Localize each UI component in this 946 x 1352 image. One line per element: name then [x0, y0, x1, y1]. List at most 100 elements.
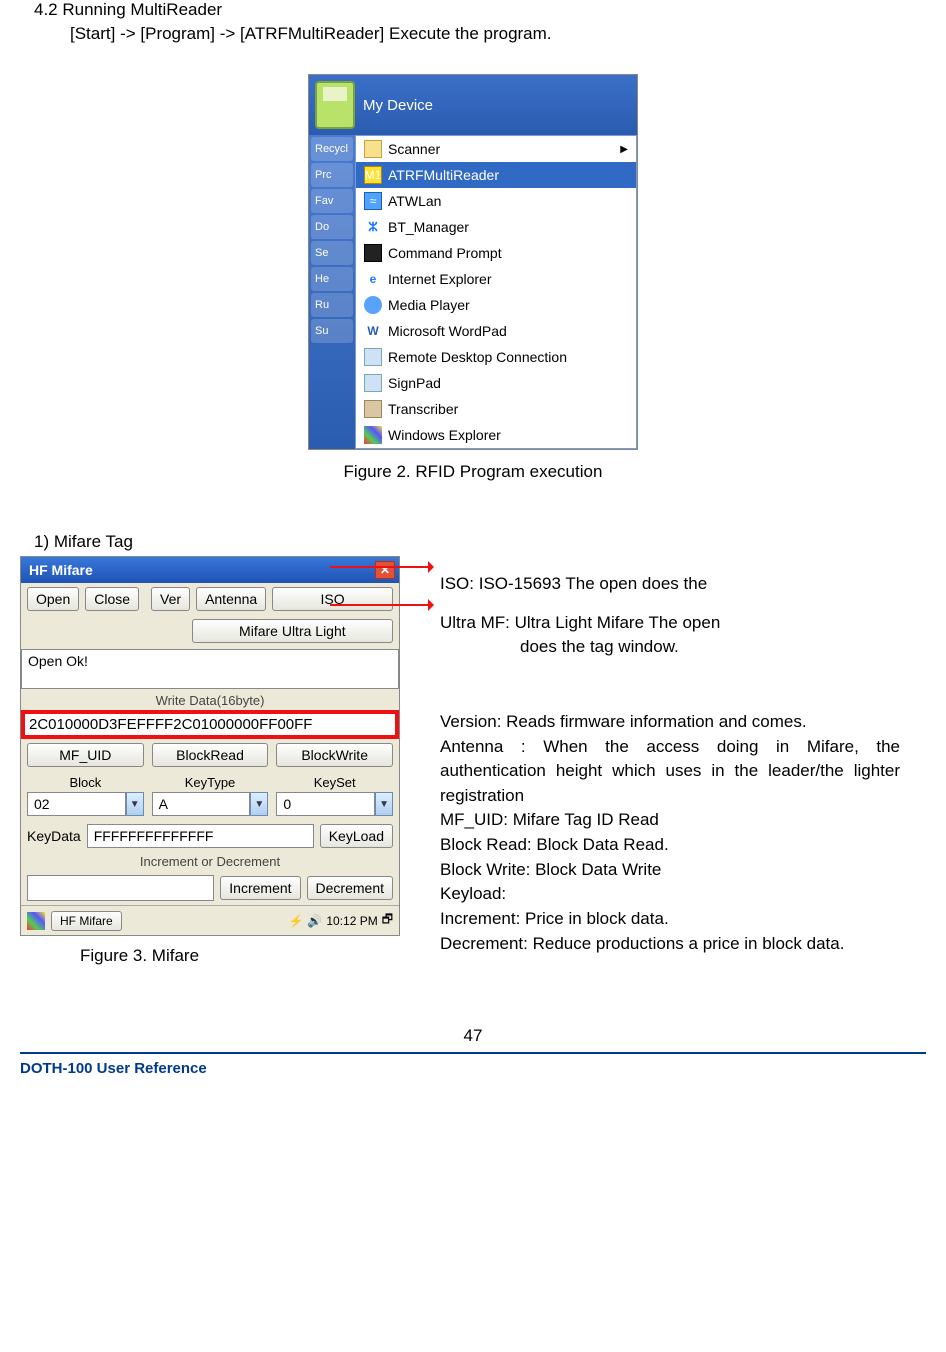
menu-transcriber[interactable]: Transcriber	[356, 396, 636, 422]
menu-scanner[interactable]: Scanner ▶	[356, 136, 636, 162]
tray-icon: ⚡	[288, 914, 303, 928]
write-data-field[interactable]: 2C010000D3FEFFFF2C01000000FF00FF	[21, 710, 399, 739]
open-button[interactable]: Open	[27, 587, 79, 611]
menu-label: Scanner	[388, 141, 440, 157]
programs-submenu: Scanner ▶ M1 ATRFMultiReader ≈ ATWLan ⵣ …	[355, 135, 637, 449]
figure3-caption: Figure 3. Mifare	[80, 946, 400, 966]
bluetooth-icon: ⵣ	[364, 218, 382, 236]
desc-antenna: Antenna : When the access doing in Mifar…	[440, 735, 900, 809]
signpad-icon	[364, 374, 382, 392]
iso-button[interactable]: ISO	[272, 587, 393, 611]
keytype-label: KeyType	[185, 775, 236, 790]
desc-version: Version: Reads firmware information and …	[440, 710, 900, 735]
menu-label: Media Player	[388, 297, 470, 313]
menu-atrfmultireader[interactable]: M1 ATRFMultiReader	[356, 162, 636, 188]
menu-signpad[interactable]: SignPad	[356, 370, 636, 396]
window-title: HF Mifare	[29, 562, 93, 578]
keyload-button[interactable]: KeyLoad	[320, 824, 393, 848]
keytype-value: A	[152, 792, 251, 816]
menu-label: Windows Explorer	[388, 427, 501, 443]
decrement-button[interactable]: Decrement	[307, 876, 393, 900]
left-item: Su	[311, 319, 353, 343]
desc-keyload: Keyload:	[440, 882, 900, 907]
red-arrow	[330, 566, 430, 568]
menu-btmanager[interactable]: ⵣ BT_Manager	[356, 214, 636, 240]
desc-decrement: Decrement: Reduce productions a price in…	[440, 932, 900, 957]
keyset-label: KeySet	[314, 775, 356, 790]
chevron-down-icon: ▼	[250, 792, 268, 816]
menu-label: ATRFMultiReader	[388, 167, 499, 183]
start-line: [Start] -> [Program] -> [ATRFMultiReader…	[70, 24, 926, 44]
tray-icon: 🔊	[307, 914, 322, 928]
desc-blockwrite: Block Write: Block Data Write	[440, 858, 900, 883]
desc-blockread: Block Read: Block Data Read.	[440, 833, 900, 858]
menu-label: BT_Manager	[388, 219, 469, 235]
blockwrite-button[interactable]: BlockWrite	[276, 743, 393, 767]
my-device-label: My Device	[363, 97, 433, 114]
menu-command-prompt[interactable]: Command Prompt	[356, 240, 636, 266]
menu-media-player[interactable]: Media Player	[356, 292, 636, 318]
menu-label: ATWLan	[388, 193, 441, 209]
block-select[interactable]: 02 ▼	[27, 792, 144, 816]
chevron-down-icon: ▼	[375, 792, 393, 816]
page-number: 47	[20, 1026, 926, 1046]
menu-label: Remote Desktop Connection	[388, 349, 567, 365]
status-text: Open Ok!	[21, 649, 399, 689]
ver-button[interactable]: Ver	[151, 587, 190, 611]
incdec-label: Increment or Decrement	[21, 852, 399, 871]
start-menu-screenshot: My Device Recycl Prc Fav Do Se He Ru Su …	[308, 74, 638, 450]
desc-mfuid: MF_UID: Mifare Tag ID Read	[440, 808, 900, 833]
taskbar: HF Mifare ⚡ 🔊 10:12 PM 🗗	[21, 905, 399, 935]
left-item: Fav	[311, 189, 353, 213]
desc-iso: ISO: ISO-15693 The open does the	[440, 572, 900, 597]
media-icon	[364, 296, 382, 314]
windows-icon	[364, 426, 382, 444]
wordpad-icon: W	[364, 322, 382, 340]
menu-windows-explorer[interactable]: Windows Explorer	[356, 422, 636, 448]
mifare-tag-heading: 1) Mifare Tag	[34, 532, 926, 552]
folder-icon	[364, 140, 382, 158]
mifare-ultra-light-button[interactable]: Mifare Ultra Light	[192, 619, 393, 643]
menu-rdc[interactable]: Remote Desktop Connection	[356, 344, 636, 370]
left-item: Recycl	[311, 137, 353, 161]
start-left-column: Recycl Prc Fav Do Se He Ru Su	[309, 135, 355, 449]
app-icon: M1	[364, 166, 382, 184]
keyset-select[interactable]: 0 ▼	[276, 792, 393, 816]
hf-mifare-window: HF Mifare ✕ Open Close Ver Antenna ISO M…	[20, 556, 400, 936]
left-item: Ru	[311, 293, 353, 317]
left-item: He	[311, 267, 353, 291]
write-data-label: Write Data(16byte)	[21, 691, 399, 710]
rdc-icon	[364, 348, 382, 366]
blockread-button[interactable]: BlockRead	[152, 743, 269, 767]
mf-uid-button[interactable]: MF_UID	[27, 743, 144, 767]
footer-text: DOTH-100 User Reference	[20, 1054, 926, 1087]
keytype-select[interactable]: A ▼	[152, 792, 269, 816]
desc-ultra1: Ultra MF: Ultra Light Mifare The open	[440, 611, 900, 636]
menu-wordpad[interactable]: W Microsoft WordPad	[356, 318, 636, 344]
antenna-button[interactable]: Antenna	[196, 587, 266, 611]
increment-button[interactable]: Increment	[220, 876, 300, 900]
chevron-down-icon: ▼	[126, 792, 144, 816]
menu-ie[interactable]: e Internet Explorer	[356, 266, 636, 292]
incdec-field[interactable]	[27, 875, 214, 901]
left-item: Se	[311, 241, 353, 265]
section-heading: 4.2 Running MultiReader	[34, 0, 926, 20]
menu-label: Command Prompt	[388, 245, 502, 261]
start-icon[interactable]	[27, 912, 45, 930]
close-button[interactable]: ✕	[375, 561, 395, 579]
submenu-arrow-icon: ▶	[620, 144, 628, 155]
tray-icon: 🗗	[382, 910, 393, 931]
menu-label: Internet Explorer	[388, 271, 492, 287]
arrow-head-icon	[428, 599, 440, 611]
wifi-icon: ≈	[364, 192, 382, 210]
keydata-field[interactable]: FFFFFFFFFFFFFF	[87, 824, 314, 848]
taskbar-app[interactable]: HF Mifare	[51, 911, 122, 931]
system-tray: ⚡ 🔊 10:12 PM 🗗	[288, 910, 393, 931]
menu-label: SignPad	[388, 375, 441, 391]
menu-atwlan[interactable]: ≈ ATWLan	[356, 188, 636, 214]
left-item: Do	[311, 215, 353, 239]
close-button2[interactable]: Close	[85, 587, 139, 611]
figure2-caption: Figure 2. RFID Program execution	[20, 462, 926, 482]
pda-icon	[315, 81, 355, 129]
block-value: 02	[27, 792, 126, 816]
